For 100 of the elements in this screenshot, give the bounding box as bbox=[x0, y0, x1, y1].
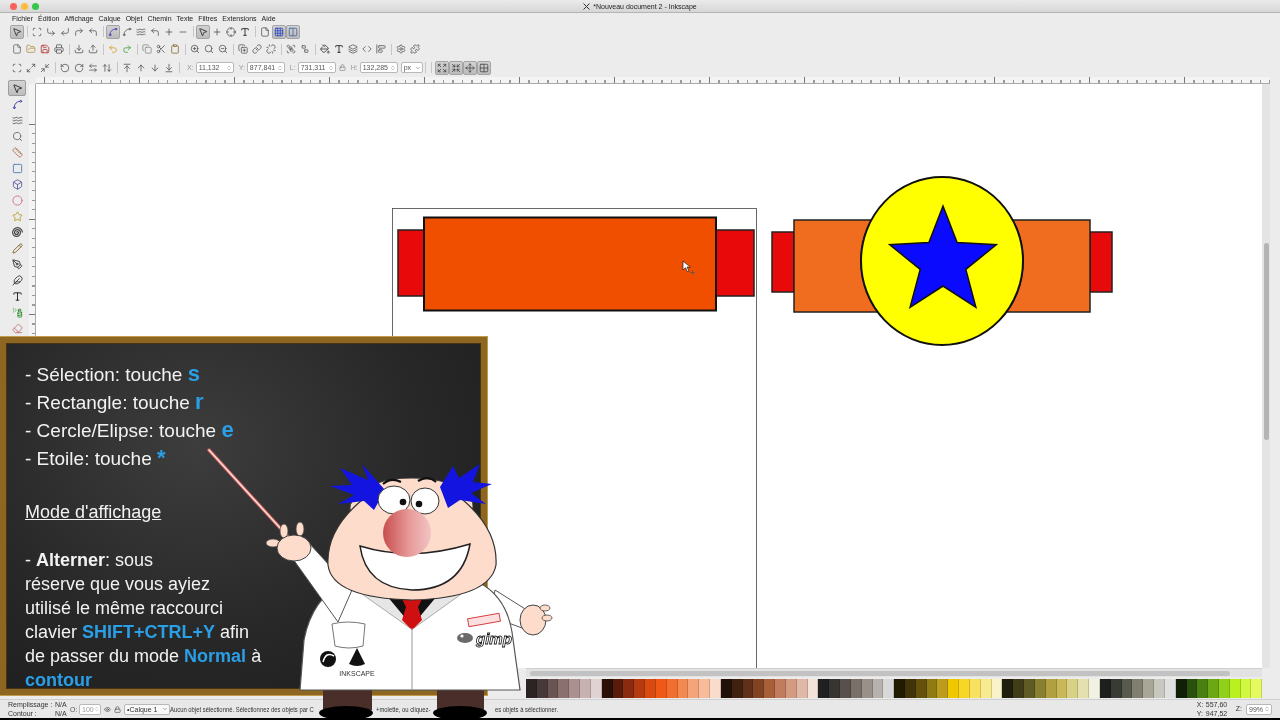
toolbar-button[interactable] bbox=[72, 42, 86, 56]
color-swatch[interactable] bbox=[785, 678, 797, 698]
toolbar-button[interactable] bbox=[272, 24, 286, 39]
star-shape[interactable] bbox=[887, 203, 999, 309]
large-rectangle[interactable] bbox=[423, 216, 717, 312]
color-swatch[interactable] bbox=[1013, 678, 1025, 698]
toolbar-button[interactable] bbox=[216, 42, 230, 56]
color-swatch[interactable] bbox=[547, 678, 559, 698]
toolbar-button[interactable] bbox=[408, 42, 422, 56]
color-swatch[interactable] bbox=[1240, 678, 1252, 698]
toolbar-button[interactable] bbox=[284, 42, 298, 56]
toolbar-button[interactable] bbox=[10, 42, 24, 56]
horizontal-scrollbar[interactable] bbox=[526, 668, 1262, 677]
toolbar-button[interactable] bbox=[202, 42, 216, 56]
toolbar-button[interactable] bbox=[86, 42, 100, 56]
color-swatch[interactable] bbox=[850, 678, 862, 698]
color-swatch[interactable] bbox=[840, 678, 851, 698]
zoom-button[interactable] bbox=[32, 2, 39, 10]
toolbar-button[interactable] bbox=[154, 42, 168, 56]
tool-button[interactable] bbox=[8, 80, 26, 96]
color-swatch[interactable] bbox=[536, 678, 548, 698]
color-swatch[interactable] bbox=[969, 678, 981, 698]
color-swatch[interactable] bbox=[1208, 678, 1219, 698]
toolbar-button[interactable] bbox=[318, 42, 332, 56]
color-swatch[interactable] bbox=[1154, 678, 1165, 698]
rectangle-segment[interactable] bbox=[793, 219, 879, 313]
color-swatch[interactable] bbox=[1089, 678, 1100, 698]
color-swatch[interactable] bbox=[688, 678, 700, 698]
toolbar-button[interactable] bbox=[106, 24, 120, 39]
color-swatch[interactable] bbox=[818, 678, 830, 698]
lock-icon[interactable] bbox=[338, 64, 346, 71]
scrollbar-thumb[interactable] bbox=[530, 670, 1230, 676]
color-swatch[interactable] bbox=[1197, 678, 1209, 698]
color-swatch[interactable] bbox=[601, 678, 613, 698]
color-swatch[interactable] bbox=[677, 678, 689, 698]
color-swatch[interactable] bbox=[699, 678, 711, 698]
toolbar-button[interactable] bbox=[188, 42, 202, 56]
toolbar-button[interactable] bbox=[374, 42, 388, 56]
eye-icon[interactable] bbox=[104, 705, 111, 713]
color-swatch[interactable] bbox=[1034, 678, 1046, 698]
color-swatch[interactable] bbox=[861, 678, 873, 698]
toolbar-button[interactable] bbox=[286, 24, 300, 39]
color-swatch[interactable] bbox=[807, 678, 819, 698]
color-swatch[interactable] bbox=[764, 678, 776, 698]
color-swatch[interactable] bbox=[558, 678, 570, 698]
color-swatch[interactable] bbox=[905, 678, 916, 698]
toolbar-button[interactable] bbox=[332, 42, 346, 56]
color-swatch[interactable] bbox=[1099, 678, 1111, 698]
color-swatch[interactable] bbox=[526, 678, 537, 698]
color-swatch[interactable] bbox=[634, 678, 646, 698]
toolbar-button[interactable] bbox=[250, 42, 264, 56]
color-swatch[interactable] bbox=[1078, 678, 1090, 698]
toolbar-button[interactable] bbox=[298, 42, 312, 56]
toolbar-button[interactable] bbox=[462, 60, 477, 75]
color-swatch[interactable] bbox=[926, 678, 938, 698]
color-swatch[interactable] bbox=[894, 678, 905, 698]
color-swatch[interactable] bbox=[775, 678, 786, 698]
color-swatch[interactable] bbox=[937, 678, 949, 698]
toolbar-button[interactable] bbox=[476, 60, 491, 75]
color-swatch[interactable] bbox=[731, 678, 743, 698]
toolbar-button[interactable] bbox=[236, 42, 250, 56]
toolbar-button[interactable] bbox=[168, 42, 182, 56]
color-swatch[interactable] bbox=[1175, 678, 1187, 698]
close-button[interactable] bbox=[10, 2, 17, 10]
color-swatch[interactable] bbox=[883, 678, 895, 698]
color-swatch[interactable] bbox=[915, 678, 927, 698]
toolbar-button[interactable] bbox=[434, 60, 449, 75]
color-swatch[interactable] bbox=[829, 678, 840, 698]
color-swatch[interactable] bbox=[645, 678, 656, 698]
toolbar-button[interactable] bbox=[10, 24, 24, 39]
color-swatch[interactable] bbox=[590, 678, 602, 698]
color-swatch[interactable] bbox=[612, 678, 624, 698]
color-swatch[interactable] bbox=[655, 678, 667, 698]
color-swatch[interactable] bbox=[1219, 678, 1230, 698]
toolbar-button[interactable] bbox=[52, 42, 66, 56]
color-swatch[interactable] bbox=[1024, 678, 1035, 698]
lock-icon[interactable] bbox=[114, 705, 121, 713]
small-rectangle[interactable] bbox=[1089, 231, 1113, 293]
color-swatch[interactable] bbox=[1110, 678, 1122, 698]
color-swatch[interactable] bbox=[1132, 678, 1144, 698]
color-swatch[interactable] bbox=[742, 678, 754, 698]
color-swatch[interactable] bbox=[1143, 678, 1155, 698]
color-swatch[interactable] bbox=[666, 678, 678, 698]
toolbar-button[interactable] bbox=[448, 60, 463, 75]
color-swatch[interactable] bbox=[796, 678, 808, 698]
toolbar-button[interactable] bbox=[38, 42, 52, 56]
color-swatch[interactable] bbox=[1186, 678, 1198, 698]
toolbar-button[interactable] bbox=[224, 24, 238, 39]
color-swatch[interactable] bbox=[980, 678, 992, 698]
small-rectangle[interactable] bbox=[715, 229, 755, 297]
color-swatch[interactable] bbox=[623, 678, 635, 698]
color-swatch[interactable] bbox=[710, 678, 721, 698]
toolbar-button[interactable] bbox=[196, 24, 210, 39]
color-swatch[interactable] bbox=[1067, 678, 1079, 698]
color-swatch[interactable] bbox=[1045, 678, 1057, 698]
color-swatch[interactable] bbox=[872, 678, 884, 698]
small-rectangle[interactable] bbox=[397, 229, 425, 297]
scrollbar-thumb[interactable] bbox=[1263, 243, 1269, 440]
toolbar-button[interactable] bbox=[346, 42, 360, 56]
color-swatch[interactable] bbox=[991, 678, 1003, 698]
